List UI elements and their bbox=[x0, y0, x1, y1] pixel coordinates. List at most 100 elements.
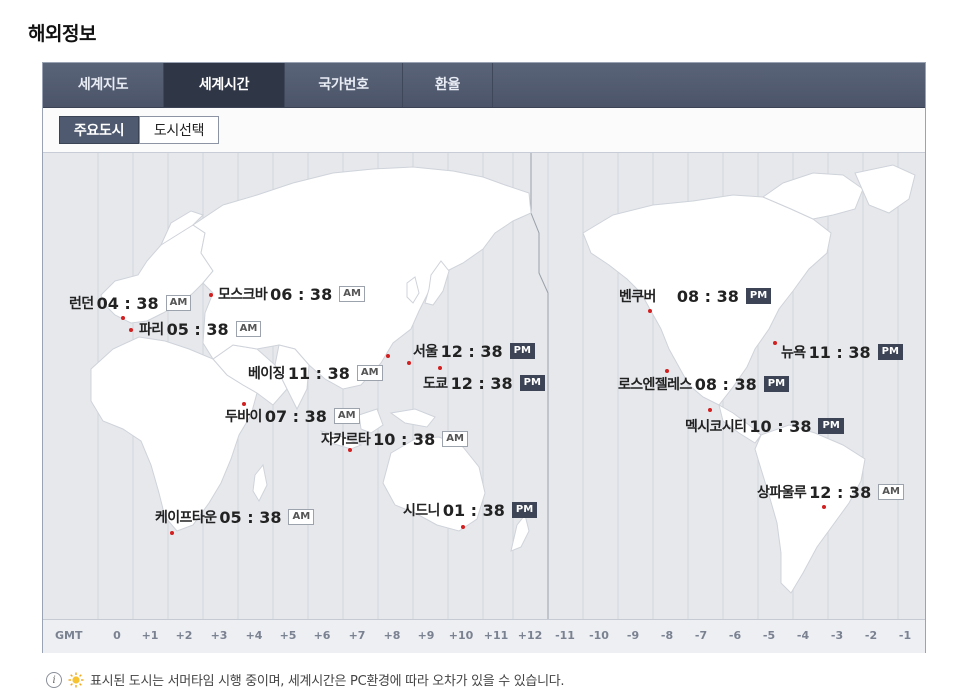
ampm-badge: AM bbox=[333, 408, 360, 424]
city-name: 멕시코시티 bbox=[685, 419, 747, 435]
city-time: 11 : 38 bbox=[808, 342, 871, 362]
city-name: 런던 bbox=[69, 296, 94, 312]
city-dot-mexicocity bbox=[708, 408, 712, 412]
city-newyork[interactable]: 뉴욕 11 : 38 PM bbox=[781, 342, 903, 362]
tab-country-code[interactable]: 국가번호 bbox=[285, 63, 403, 107]
ampm-badge: PM bbox=[818, 418, 844, 434]
city-name: 케이프타운 bbox=[155, 510, 217, 526]
city-time: 08 : 38 bbox=[676, 286, 739, 306]
city-capetown[interactable]: 케이프타운 05 : 38 AM bbox=[155, 507, 315, 527]
tab-world-map[interactable]: 세계지도 bbox=[43, 63, 164, 107]
sun-icon bbox=[68, 672, 84, 687]
city-sydney[interactable]: 시드니 01 : 38 PM bbox=[403, 500, 538, 520]
gmt-offset: -1 bbox=[898, 629, 912, 642]
gmt-offset: +6 bbox=[313, 629, 331, 642]
tab-exchange-rate[interactable]: 환율 bbox=[403, 63, 493, 107]
gmt-offset: -8 bbox=[660, 629, 674, 642]
gmt-label: GMT bbox=[55, 629, 83, 642]
city-losangeles[interactable]: 로스엔젤레스 08 : 38 PM bbox=[618, 374, 790, 394]
city-dubai[interactable]: 두바이 07 : 38 AM bbox=[225, 406, 360, 426]
ampm-badge: PM bbox=[509, 343, 535, 359]
city-dot-sydney bbox=[461, 525, 465, 529]
city-time: 01 : 38 bbox=[442, 500, 505, 520]
city-time: 10 : 38 bbox=[749, 416, 812, 436]
gmt-offset: +8 bbox=[383, 629, 401, 642]
sub-tab-bar: 주요도시 도시선택 bbox=[43, 108, 925, 153]
city-time: 10 : 38 bbox=[373, 429, 436, 449]
ampm-badge: PM bbox=[519, 375, 545, 391]
gmt-offset: +10 bbox=[448, 629, 474, 642]
ampm-badge: PM bbox=[745, 288, 772, 304]
city-time: 12 : 38 bbox=[809, 482, 872, 502]
gmt-offset: -4 bbox=[796, 629, 810, 642]
city-mexicocity[interactable]: 멕시코시티 10 : 38 PM bbox=[685, 416, 844, 436]
city-dot-vancouver bbox=[648, 309, 652, 313]
city-name: 두바이 bbox=[225, 409, 262, 425]
ampm-badge: PM bbox=[511, 502, 538, 518]
city-name: 벤쿠버 bbox=[619, 289, 656, 305]
ampm-badge: AM bbox=[878, 484, 904, 500]
footnote: i 표시된 도시는 서머타임 시행 중이며, 세계시간은 PC환경에 따라 오차… bbox=[46, 670, 565, 689]
city-time: 12 : 38 bbox=[450, 373, 513, 393]
subtab-select-city[interactable]: 도시선택 bbox=[139, 116, 219, 144]
ampm-badge: AM bbox=[356, 365, 383, 381]
city-vancouver[interactable]: 벤쿠버 08 : 38 PM bbox=[619, 286, 772, 306]
gmt-offset: -5 bbox=[762, 629, 776, 642]
city-time: 05 : 38 bbox=[219, 507, 282, 527]
city-dot-newyork bbox=[773, 341, 777, 345]
city-dot-london bbox=[121, 316, 125, 320]
city-seoul[interactable]: 서울 12 : 38 PM bbox=[413, 341, 535, 361]
tab-world-time[interactable]: 세계시간 bbox=[164, 63, 285, 107]
ampm-badge: AM bbox=[442, 431, 468, 447]
city-name: 베이징 bbox=[248, 366, 285, 382]
city-name: 파리 bbox=[139, 322, 164, 338]
gmt-offset: -9 bbox=[626, 629, 640, 642]
gmt-offset: +3 bbox=[210, 629, 228, 642]
world-info-panel: 세계지도 세계시간 국가번호 환율 주요도시 도시선택 런던 04: 38 A… bbox=[42, 62, 926, 653]
city-name: 시드니 bbox=[403, 503, 440, 519]
city-time: 06 : 38 bbox=[270, 284, 333, 304]
city-dot-moscow bbox=[209, 293, 213, 297]
city-dot-beijing bbox=[386, 354, 390, 358]
subtab-major-cities[interactable]: 주요도시 bbox=[59, 116, 139, 144]
info-icon: i bbox=[46, 671, 62, 688]
city-time: 11 : 38 bbox=[287, 363, 350, 383]
city-saopaulo[interactable]: 상파울루 12 : 38 AM bbox=[757, 482, 904, 502]
city-dot-saopaulo bbox=[822, 505, 826, 509]
gmt-offset: +9 bbox=[417, 629, 435, 642]
page-title: 해외정보 bbox=[28, 23, 96, 45]
city-moscow[interactable]: 모스크바 06 : 38 AM bbox=[218, 284, 365, 304]
city-jakarta[interactable]: 자카르타 10 : 38 AM bbox=[321, 429, 468, 449]
city-name: 도쿄 bbox=[423, 376, 448, 392]
gmt-offset: -2 bbox=[864, 629, 878, 642]
gmt-offset: -3 bbox=[830, 629, 844, 642]
gmt-offset: +1 bbox=[141, 629, 159, 642]
gmt-offset: -10 bbox=[589, 629, 609, 642]
gmt-offset: +2 bbox=[175, 629, 193, 642]
ampm-badge: AM bbox=[165, 295, 192, 311]
city-time: 07 : 38 bbox=[264, 406, 327, 426]
ampm-badge: AM bbox=[235, 321, 262, 337]
footnote-text: 표시된 도시는 서머타임 시행 중이며, 세계시간은 PC환경에 따라 오차가 … bbox=[90, 674, 565, 689]
gmt-offset-bar: GMT 0 +1 +2 +3 +4 +5 +6 +7 +8 +9 +10 +11… bbox=[43, 619, 925, 653]
city-time: 05 : 38 bbox=[166, 319, 229, 339]
ampm-badge: PM bbox=[763, 376, 790, 392]
city-name: 로스엔젤레스 bbox=[618, 377, 692, 393]
city-dot-seoul bbox=[407, 361, 411, 365]
city-time: 08 : 38 bbox=[694, 374, 757, 394]
city-london[interactable]: 런던 04 : 38 AM bbox=[69, 293, 192, 313]
gmt-offset: +7 bbox=[348, 629, 366, 642]
ampm-badge: PM bbox=[877, 344, 903, 360]
gmt-offset: -11 bbox=[555, 629, 575, 642]
city-tokyo[interactable]: 도쿄 12 : 38 PM bbox=[423, 373, 545, 393]
ampm-badge: AM bbox=[339, 286, 365, 302]
gmt-offset: +11 bbox=[483, 629, 509, 642]
city-time: 12 : 38 bbox=[440, 341, 503, 361]
gmt-offset: 0 bbox=[113, 629, 121, 642]
gmt-offset: +5 bbox=[279, 629, 297, 642]
city-paris[interactable]: 파리 05 : 38 AM bbox=[139, 319, 262, 339]
city-dot-capetown bbox=[170, 531, 174, 535]
city-name: 자카르타 bbox=[321, 432, 371, 448]
city-beijing[interactable]: 베이징 11 : 38 AM bbox=[248, 363, 383, 383]
tab-bar: 세계지도 세계시간 국가번호 환율 bbox=[43, 63, 925, 108]
